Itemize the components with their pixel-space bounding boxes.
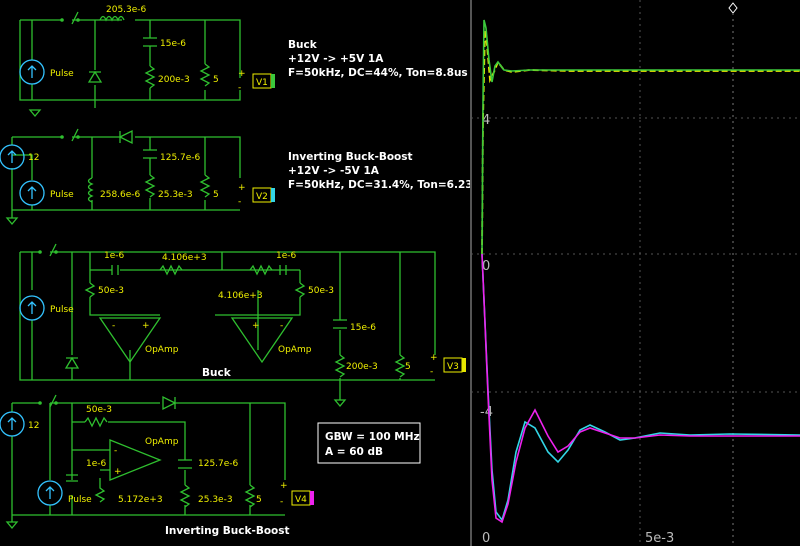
ibb1-vsrc-label: 12	[28, 153, 39, 163]
trace-v4	[481, 253, 800, 524]
buck2-title: Buck	[202, 367, 232, 379]
buck2-c1b-label: 1e-6	[276, 251, 297, 261]
buck1-cap-label: 15e-6	[160, 39, 186, 49]
trace-v3	[481, 29, 800, 255]
ibb1-load-label: 5	[213, 190, 219, 200]
buck1-source-label: Pulse	[50, 69, 74, 79]
buck1-spec: +12V -> +5V 1A	[288, 53, 384, 65]
opamp1-minus: -	[112, 321, 115, 331]
schematic-canvas[interactable]: 205.3e-6 15e-6 200e-3 5 Pulse + - V1 Buc…	[0, 0, 470, 546]
buck2-opamp1-label: OpAmp	[145, 345, 179, 355]
cursor-marker-icon[interactable]	[728, 2, 738, 14]
buck2-opamp2-label: OpAmp	[278, 345, 312, 355]
probe-v1-swatch	[271, 74, 275, 88]
params-gain: A = 60 dB	[325, 446, 383, 458]
buck2-source-label: Pulse	[50, 305, 74, 315]
opamp3-minus: -	[114, 446, 117, 456]
ibb1-inductor-label: 258.6e-6	[100, 190, 141, 200]
ibb2-vsrc-label: 12	[28, 421, 39, 431]
ibb1-source-label: Pulse	[50, 190, 74, 200]
ibb2-rind-label: 5.172e+3	[118, 495, 163, 505]
ibb2-load-label: 5	[256, 495, 262, 505]
probe-v3-swatch	[462, 358, 466, 372]
buck2-cap-label: 15e-6	[350, 323, 376, 333]
probe-v4-swatch	[310, 491, 314, 505]
ibb2-c1-label: 1e-6	[86, 459, 107, 469]
ibb1-circuit[interactable]: 12 Pulse 258.6e-6 125.7e-6 25.3e-3 5 + -	[0, 128, 246, 226]
x-tick-5e-3: 5e-3	[645, 531, 674, 546]
ibb2-cap-label: 125.7e-6	[198, 459, 239, 469]
buck2-r2-label: 50e-3	[308, 286, 334, 296]
buck-circuit[interactable]: 205.3e-6 15e-6 200e-3 5 Pulse + -	[19, 5, 246, 118]
buck1-timing: F=50kHz, DC=44%, Ton=8.8us	[288, 67, 468, 79]
ibb2-r1-label: 50e-3	[86, 405, 112, 415]
probe-v2-swatch	[271, 188, 275, 202]
ibb1-title: Inverting Buck-Boost	[288, 151, 413, 163]
trace-v2	[481, 253, 800, 522]
probe-v1-label: V1	[256, 78, 268, 88]
buck2-minus: -	[430, 367, 433, 377]
buck2-plus: +	[430, 353, 438, 363]
buck2-c1a-label: 1e-6	[104, 251, 125, 261]
ibb1-plus: +	[238, 183, 246, 193]
ibb2-source-label: Pulse	[68, 495, 92, 505]
probe-v2-label: V2	[256, 192, 268, 202]
buck2-rmid2-label: 4.106e+3	[218, 291, 263, 301]
ibb2-circuit[interactable]: - + 12 Pulse 50e-3 OpAmp 1e-6 5.172e+3 1…	[0, 394, 290, 537]
buck2-esr-label: 200e-3	[346, 362, 378, 372]
opamp2-plus: +	[252, 321, 260, 331]
buck1-minus: -	[238, 83, 241, 93]
opamp2-minus: -	[280, 321, 283, 331]
ibb2-minus: -	[280, 497, 283, 507]
scope-plot[interactable]: 4 0 -4 0 5e-3	[470, 0, 800, 546]
ibb2-esr-label: 25.3e-3	[198, 495, 233, 505]
buck1-plus: +	[238, 69, 246, 79]
ibb1-minus: -	[238, 197, 241, 207]
ibb1-esr-label: 25.3e-3	[158, 190, 193, 200]
trace-v1	[481, 19, 800, 255]
x-tick-0: 0	[482, 531, 490, 546]
buck1-esr-label: 200e-3	[158, 75, 190, 85]
opamp1-plus: +	[142, 321, 150, 331]
buck1-title: Buck	[288, 39, 318, 51]
buck1-inductor-label: 205.3e-6	[106, 5, 147, 15]
buck2-r1-label: 50e-3	[98, 286, 124, 296]
buck2-rmid-label: 4.106e+3	[162, 253, 207, 263]
probe-v4-label: V4	[295, 495, 307, 505]
ibb1-spec: +12V -> -5V 1A	[288, 165, 380, 177]
buck2-load-label: 5	[405, 362, 411, 372]
ibb1-timing: F=50kHz, DC=31.4%, Ton=6.23us	[288, 179, 470, 191]
ibb2-plus: +	[280, 481, 288, 491]
buck2-circuit[interactable]: - + + - Pulse 1e-6 4.106e+3 50e-3 4.106e…	[19, 243, 438, 408]
ibb2-opamp-label: OpAmp	[145, 437, 179, 447]
params-gbw: GBW = 100 MHz	[325, 431, 420, 443]
opamp3-plus: +	[114, 467, 122, 477]
probe-v3-label: V3	[447, 362, 459, 372]
ibb1-cap-label: 125.7e-6	[160, 153, 201, 163]
buck1-load-label: 5	[213, 75, 219, 85]
ibb2-title: Inverting Buck-Boost	[165, 525, 290, 537]
y-tick-neg4: -4	[480, 405, 493, 420]
